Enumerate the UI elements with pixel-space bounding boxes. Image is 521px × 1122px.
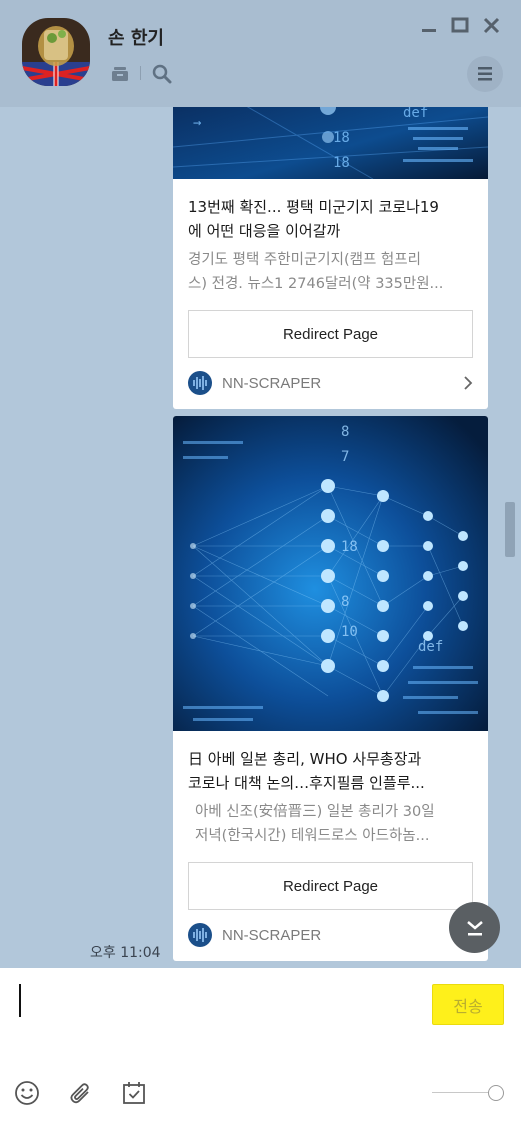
header-divider	[140, 66, 141, 80]
chat-header: 손 한기	[0, 0, 521, 107]
source-link[interactable]: NN-SCRAPER	[188, 370, 321, 396]
svg-text:def: def	[418, 639, 443, 655]
chat-area[interactable]: → 18 18 def 13번째 확진... 평택 미군기지 코로나19 에 어…	[0, 107, 521, 968]
svg-text:18: 18	[341, 539, 358, 555]
opacity-slider-track[interactable]	[432, 1092, 492, 1093]
news-desc-line2: 저녁(한국시간) 테워드로스 아드하놈...	[195, 828, 430, 844]
news-desc-line1: 경기도 평택 주한미군기지(캠프 험프리	[188, 252, 421, 268]
news-title-line2: 코로나 대책 논의…후지필름 인플루...	[188, 774, 425, 792]
message-composer: 전송	[0, 968, 521, 1122]
minimize-icon[interactable]	[418, 14, 442, 38]
menu-icon	[478, 67, 492, 81]
source-name: NN-SCRAPER	[222, 926, 322, 944]
redirect-page-button[interactable]: Redirect Page	[188, 862, 473, 910]
send-button[interactable]: 전송	[432, 984, 504, 1025]
message-input[interactable]	[19, 984, 21, 1017]
news-title-line1: 日 아베 일본 총리, WHO 사무총장과	[188, 750, 422, 768]
scrollbar-thumb[interactable]	[505, 502, 515, 557]
chat-title: 손 한기	[108, 28, 164, 49]
maximize-icon[interactable]	[449, 14, 473, 38]
menu-button[interactable]	[467, 56, 503, 92]
svg-text:→: →	[193, 115, 201, 131]
svg-text:8: 8	[341, 594, 349, 610]
svg-text:7: 7	[341, 449, 349, 465]
svg-text:10: 10	[341, 624, 358, 640]
svg-text:def: def	[403, 107, 428, 121]
search-icon[interactable]	[152, 64, 172, 88]
news-card[interactable]: 8 7 18 8 10 def 日 아베 일본 총리, WHO 사무총장과 코로나 대…	[173, 416, 488, 961]
emoji-icon[interactable]	[14, 1080, 40, 1106]
redirect-page-button[interactable]: Redirect Page	[188, 310, 473, 358]
news-thumbnail[interactable]: → 18 18 def	[173, 107, 488, 179]
news-desc-line1: 아베 신조(安倍晋三) 일본 총리가 30일	[195, 804, 435, 820]
close-icon[interactable]	[480, 14, 504, 38]
chevron-right-icon[interactable]	[462, 375, 474, 395]
archive-icon[interactable]	[111, 66, 129, 86]
svg-text:8: 8	[341, 424, 349, 440]
svg-text:18: 18	[333, 130, 350, 146]
news-title-line1: 13번째 확진... 평택 미군기지 코로나19	[188, 198, 439, 216]
source-logo-icon	[188, 371, 212, 395]
source-link[interactable]: NN-SCRAPER	[188, 922, 321, 948]
source-name: NN-SCRAPER	[222, 374, 322, 392]
avatar[interactable]	[22, 18, 90, 86]
source-logo-icon	[188, 923, 212, 947]
news-thumbnail[interactable]: 8 7 18 8 10 def	[173, 416, 488, 731]
scroll-to-bottom-button[interactable]	[449, 902, 500, 953]
opacity-slider-knob[interactable]	[488, 1085, 504, 1101]
news-title-line2: 에 어떤 대응을 이어갈까	[188, 222, 341, 240]
attach-icon[interactable]	[68, 1080, 94, 1106]
double-chevron-down-icon	[466, 920, 483, 935]
message-timestamp: 오후 11:04	[90, 945, 161, 961]
calendar-icon[interactable]	[121, 1080, 147, 1106]
news-card[interactable]: → 18 18 def 13번째 확진... 평택 미군기지 코로나19 에 어…	[173, 107, 488, 409]
news-desc-line2: 스) 전경. 뉴스1 2746달러(약 335만원...	[188, 276, 444, 292]
